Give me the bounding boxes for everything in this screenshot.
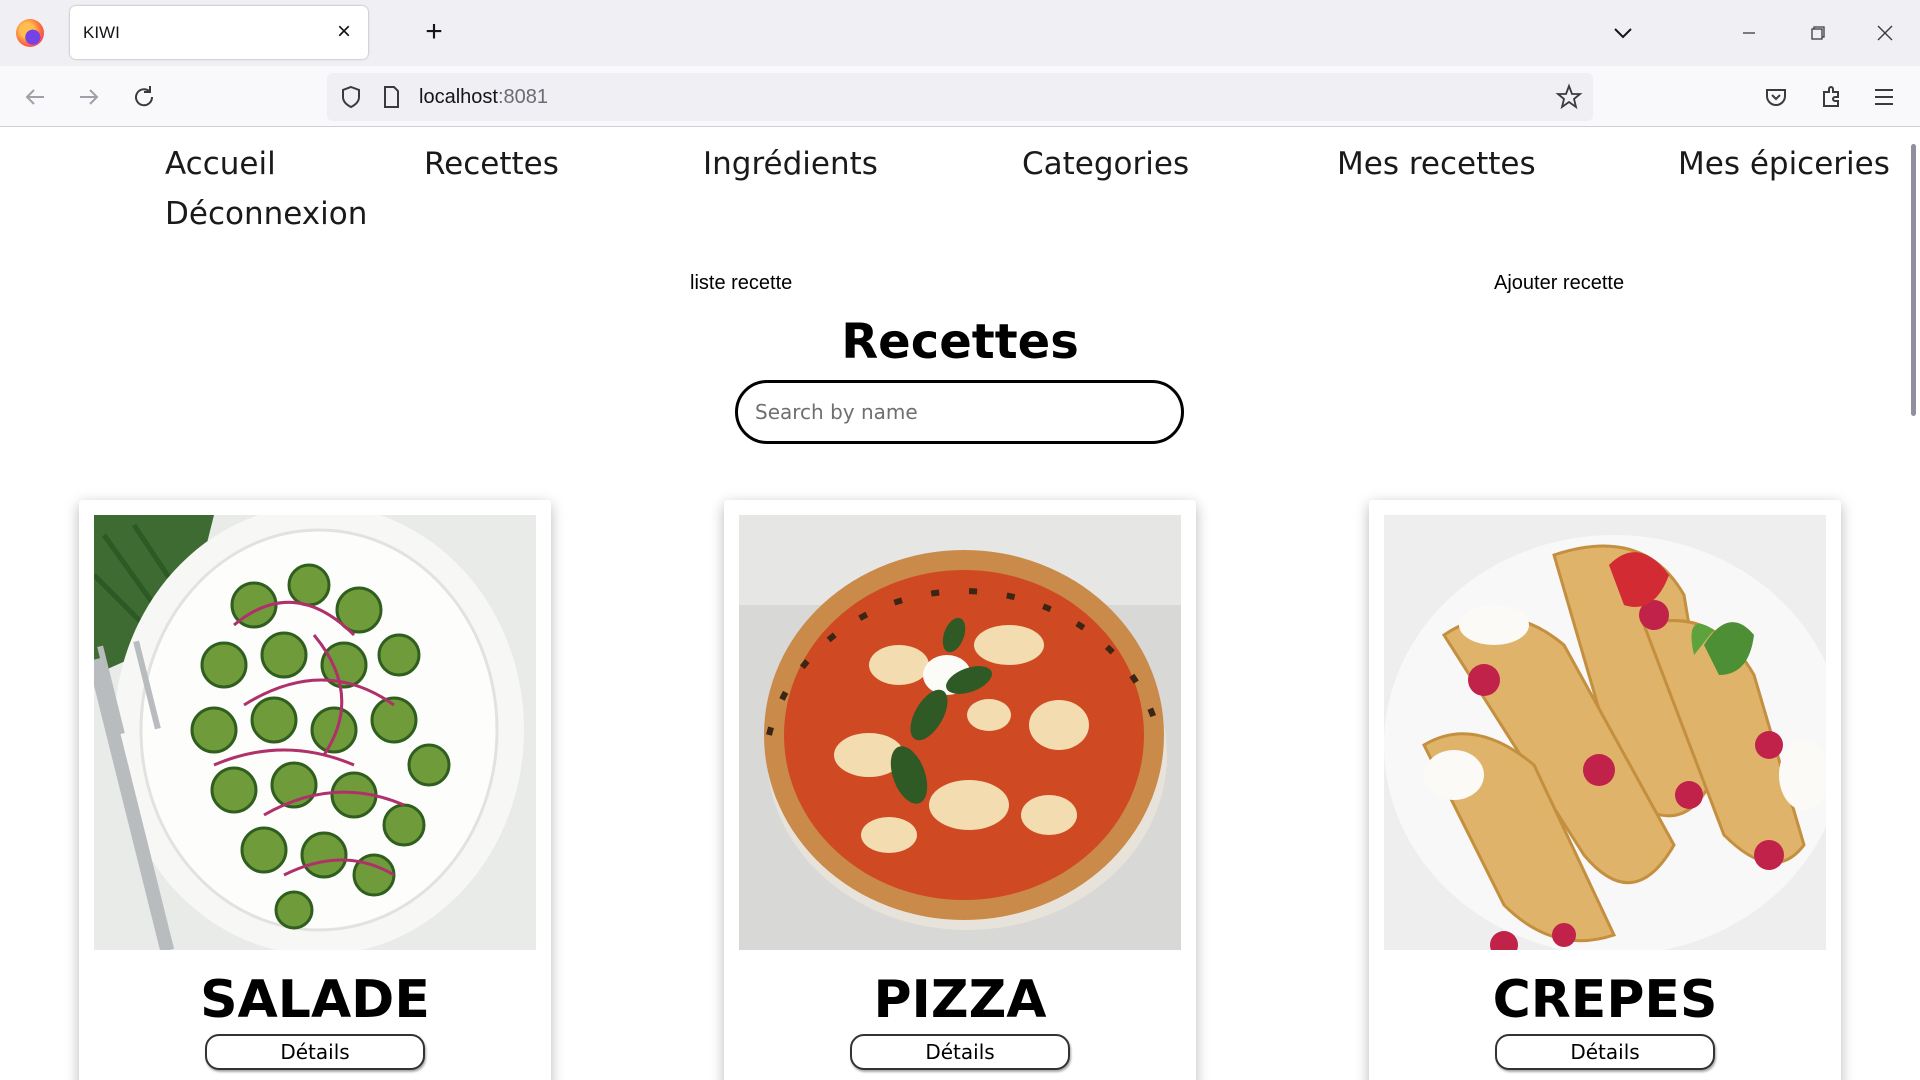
url-port: :8081 (497, 86, 548, 108)
forward-arrow-icon[interactable] (72, 80, 106, 114)
close-icon[interactable]: × (330, 18, 358, 46)
plus-icon[interactable]: + (418, 17, 450, 49)
minimize-icon[interactable] (1726, 14, 1772, 52)
web-page: Accueil Recettes Ingrédients Categories … (0, 128, 1920, 1080)
nav-link-categories[interactable]: Categories (1022, 146, 1189, 182)
details-button[interactable]: Détails (1495, 1034, 1715, 1070)
recipe-image-salade (94, 515, 536, 950)
extensions-icon[interactable] (1814, 80, 1848, 114)
browser-navigation-bar: localhost:8081 (0, 66, 1920, 127)
recipe-name: PIZZA (873, 970, 1047, 1030)
details-button[interactable]: Détails (205, 1034, 425, 1070)
recipe-card: PIZZA Détails (724, 500, 1196, 1080)
recipe-name: SALADE (200, 970, 430, 1030)
window-close-icon[interactable] (1862, 14, 1908, 52)
liste-recette-link[interactable]: liste recette (690, 272, 792, 295)
recipe-card: SALADE Détails (79, 500, 551, 1080)
pocket-icon[interactable] (1759, 80, 1793, 114)
nav-link-recettes[interactable]: Recettes (424, 146, 559, 182)
nav-link-mes-epiceries[interactable]: Mes épiceries (1678, 146, 1890, 182)
nav-link-deconnexion[interactable]: Déconnexion (165, 196, 367, 232)
url-text[interactable]: localhost:8081 (419, 86, 548, 109)
firefox-logo-icon[interactable] (16, 19, 44, 47)
nav-link-mes-recettes[interactable]: Mes recettes (1337, 146, 1536, 182)
restore-icon[interactable] (1794, 14, 1840, 52)
menu-icon[interactable] (1867, 80, 1901, 114)
url-host: localhost (419, 86, 498, 108)
page-icon[interactable] (377, 83, 405, 111)
star-icon[interactable] (1555, 83, 1583, 111)
nav-link-accueil[interactable]: Accueil (165, 146, 276, 182)
ajouter-recette-link[interactable]: Ajouter recette (1494, 272, 1624, 295)
page-title: Recettes (841, 314, 1079, 370)
recipe-image-pizza (739, 515, 1181, 950)
chevron-down-icon[interactable] (1608, 18, 1638, 48)
details-button[interactable]: Détails (850, 1034, 1070, 1070)
nav-link-ingredients[interactable]: Ingrédients (703, 146, 878, 182)
tab-title: KIWI (83, 23, 120, 42)
recipe-name: CREPES (1492, 970, 1718, 1030)
back-arrow-icon[interactable] (18, 80, 52, 114)
reload-icon[interactable] (127, 80, 161, 114)
recipe-card: CREPES Détails (1369, 500, 1841, 1080)
url-bar[interactable]: localhost:8081 (327, 73, 1593, 121)
scrollbar[interactable] (1911, 144, 1916, 416)
search-input[interactable] (735, 380, 1184, 444)
browser-tab[interactable]: KIWI × (70, 6, 368, 59)
browser-tab-bar: KIWI × + (0, 0, 1920, 66)
recipe-image-crepes (1384, 515, 1826, 950)
shield-icon[interactable] (337, 83, 365, 111)
